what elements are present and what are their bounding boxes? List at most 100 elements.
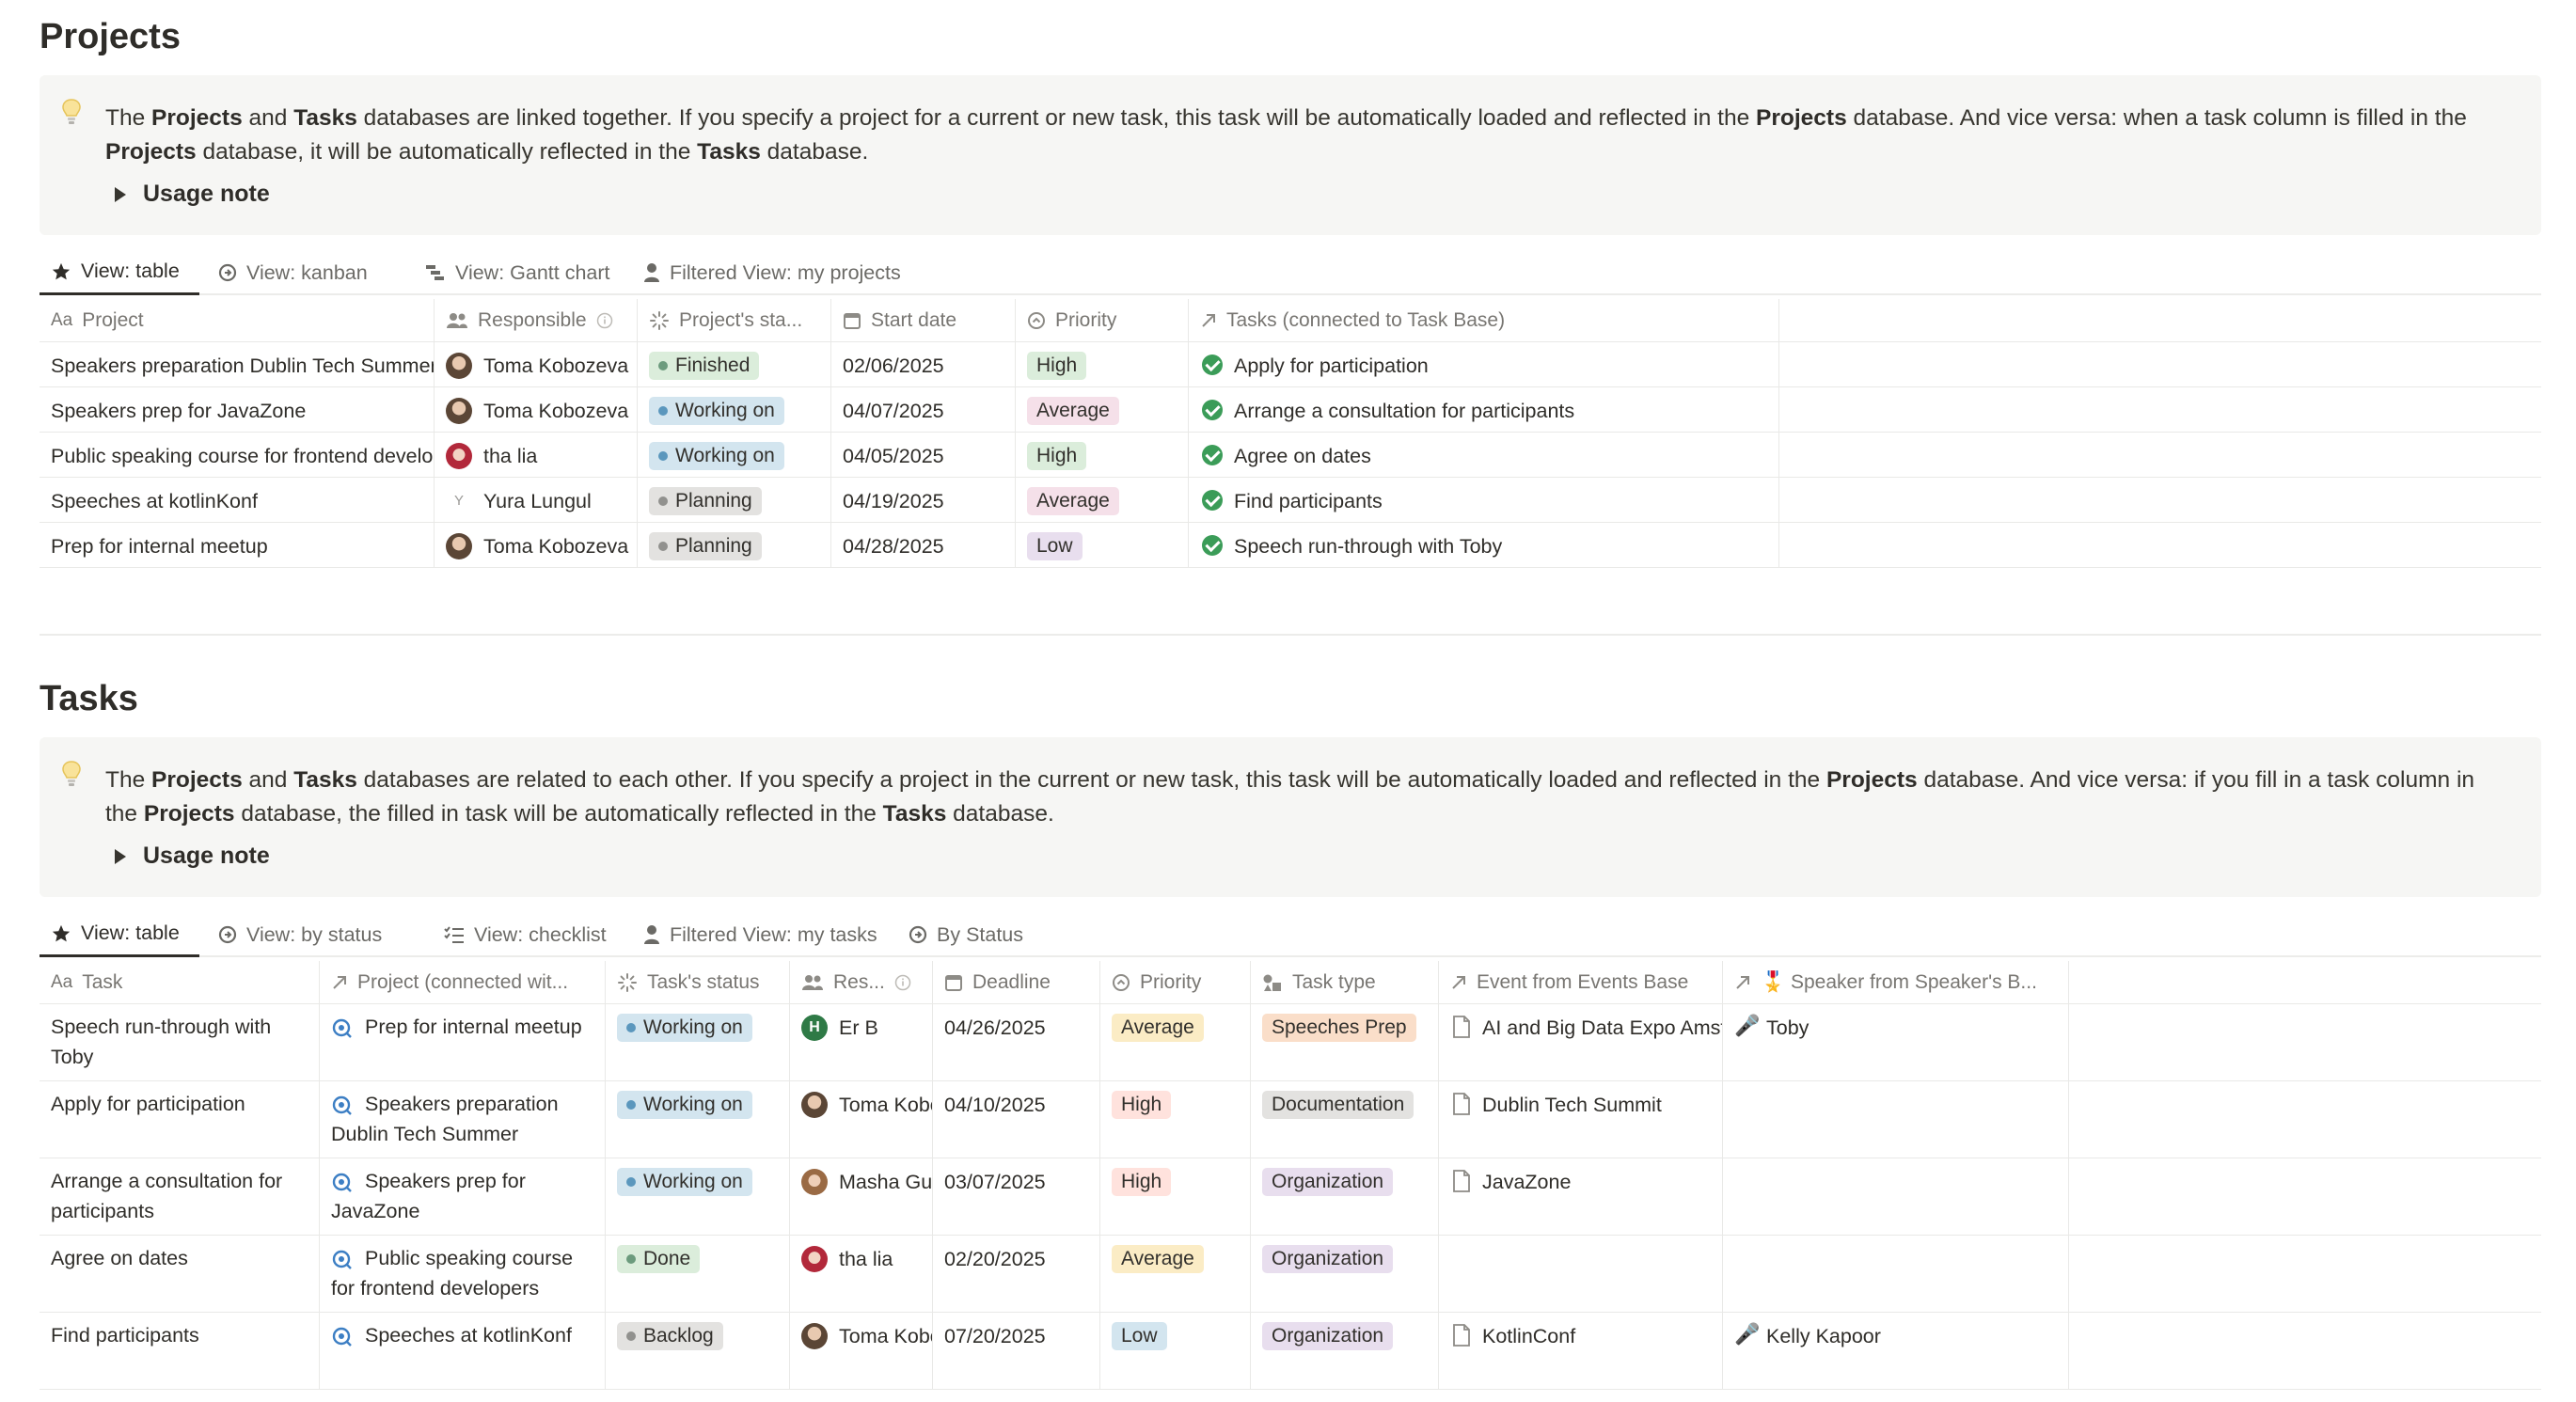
cell-priority[interactable]: High [1016, 433, 1189, 477]
cell-responsible[interactable]: Toma Kobozeva [435, 342, 638, 386]
table-row[interactable]: Public speaking course for frontend deve… [40, 433, 2541, 478]
cell-speaker[interactable]: 🎤 Kelly Kapoor [1723, 1313, 2069, 1389]
cell-speaker[interactable] [1723, 1081, 2069, 1158]
status-badge[interactable]: Finished [649, 352, 760, 380]
col-tasks-relation-header[interactable]: Tasks (connected to Task Base) [1189, 299, 1779, 341]
col-task-header[interactable]: Aa Task [40, 961, 320, 1003]
task-type-badge[interactable]: Organization [1262, 1245, 1394, 1273]
cell-responsible[interactable]: Y Yura Lungul [435, 478, 638, 522]
table-row[interactable]: Agree on dates Public speaking course for… [40, 1236, 2541, 1313]
task-type-badge[interactable]: Documentation [1262, 1091, 1414, 1119]
cell-priority[interactable]: High [1016, 342, 1189, 386]
cell-responsible[interactable]: Masha Gurova [790, 1158, 933, 1235]
table-row[interactable]: Speech run-through with Toby Prep for int… [40, 1004, 2541, 1081]
status-badge[interactable]: Done [617, 1245, 701, 1273]
cell-project[interactable]: Speeches at kotlinKonf [40, 478, 435, 522]
tab-by-status[interactable]: By Status [897, 912, 1048, 957]
col-responsible-header[interactable]: Res... [790, 961, 933, 1003]
cell-start-date[interactable]: 02/06/2025 [831, 342, 1016, 386]
cell-task-type[interactable]: Speeches Prep [1251, 1004, 1439, 1080]
cell-status[interactable]: Working on [606, 1004, 790, 1080]
cell-deadline[interactable]: 03/07/2025 [933, 1158, 1100, 1235]
cell-status[interactable]: Finished [638, 342, 831, 386]
cell-project[interactable]: Prep for internal meetup [40, 523, 435, 567]
priority-badge[interactable]: Low [1112, 1322, 1167, 1350]
table-row[interactable]: Speakers prep for JavaZone Toma Kobozeva W… [40, 387, 2541, 433]
col-task-status-header[interactable]: Task's status [606, 961, 790, 1003]
tab-view-checklist[interactable]: View: checklist [433, 912, 640, 957]
cell-event[interactable]: KotlinConf [1439, 1313, 1723, 1389]
cell-task-type[interactable]: Organization [1251, 1236, 1439, 1312]
task-type-badge[interactable]: Organization [1262, 1168, 1394, 1196]
col-priority-header[interactable]: Priority [1016, 299, 1189, 341]
table-row[interactable]: Find participants Speeches at kotlinKonf B… [40, 1313, 2541, 1390]
priority-badge[interactable]: Average [1027, 397, 1119, 425]
cell-project[interactable]: Public speaking course for frontend deve… [40, 433, 435, 477]
priority-badge[interactable]: High [1112, 1168, 1172, 1196]
cell-task[interactable]: Agree on dates [40, 1236, 320, 1312]
priority-badge[interactable]: High [1112, 1091, 1172, 1119]
tab-view-by-status[interactable]: View: by status [207, 912, 423, 957]
priority-badge[interactable]: Average [1027, 487, 1119, 515]
priority-badge[interactable]: Average [1112, 1014, 1204, 1042]
cell-tasks[interactable]: Apply for participation [1189, 342, 1779, 386]
cell-task[interactable]: Speech run-through with Toby [40, 1004, 320, 1080]
col-priority-header[interactable]: Priority [1100, 961, 1251, 1003]
cell-responsible[interactable]: tha lia [790, 1236, 933, 1312]
cell-event[interactable]: Dublin Tech Summit [1439, 1081, 1723, 1158]
col-project-relation-header[interactable]: Project (connected wit... [320, 961, 606, 1003]
tab-view-gantt[interactable]: View: Gantt chart [414, 250, 632, 295]
cell-task[interactable]: Arrange a consultation for participants [40, 1158, 320, 1235]
priority-badge[interactable]: High [1027, 352, 1087, 380]
cell-speaker[interactable]: 🎤 Toby [1723, 1004, 2069, 1080]
cell-status[interactable]: Done [606, 1236, 790, 1312]
cell-task[interactable]: Find participants [40, 1313, 320, 1389]
status-badge[interactable]: Backlog [617, 1322, 723, 1350]
table-row[interactable]: Arrange a consultation for participants S… [40, 1158, 2541, 1236]
cell-event[interactable]: AI and Big Data Expo Amsterdam [1439, 1004, 1723, 1080]
col-start-date-header[interactable]: Start date [831, 299, 1016, 341]
cell-start-date[interactable]: 04/05/2025 [831, 433, 1016, 477]
cell-tasks[interactable]: Find participants [1189, 478, 1779, 522]
status-badge[interactable]: Working on [649, 442, 784, 470]
cell-project[interactable]: Speakers preparation Dublin Tech Summer [320, 1081, 606, 1158]
cell-status[interactable]: Planning [638, 523, 831, 567]
cell-status[interactable]: Planning [638, 478, 831, 522]
status-badge[interactable]: Planning [649, 487, 762, 515]
tasks-usage-toggle[interactable]: Usage note [115, 843, 270, 870]
tab-view-kanban[interactable]: View: kanban [207, 250, 395, 295]
cell-responsible[interactable]: Toma Kobozeva [435, 523, 638, 567]
cell-deadline[interactable]: 07/20/2025 [933, 1313, 1100, 1389]
cell-start-date[interactable]: 04/07/2025 [831, 387, 1016, 432]
cell-speaker[interactable] [1723, 1158, 2069, 1235]
col-speaker-relation-header[interactable]: 🎖️ Speaker from Speaker's B... [1723, 961, 2069, 1003]
col-task-type-header[interactable]: Task type [1251, 961, 1439, 1003]
tab-filtered-my-projects[interactable]: Filtered View: my projects [632, 250, 952, 295]
col-deadline-header[interactable]: Deadline [933, 961, 1100, 1003]
cell-project[interactable]: Public speaking course for frontend deve… [320, 1236, 606, 1312]
task-type-badge[interactable]: Organization [1262, 1322, 1394, 1350]
cell-status[interactable]: Backlog [606, 1313, 790, 1389]
task-type-badge[interactable]: Speeches Prep [1262, 1014, 1416, 1042]
cell-priority[interactable]: Low [1100, 1313, 1251, 1389]
cell-task-type[interactable]: Documentation [1251, 1081, 1439, 1158]
cell-speaker[interactable] [1723, 1236, 2069, 1312]
cell-priority[interactable]: Average [1100, 1004, 1251, 1080]
table-row[interactable]: Speeches at kotlinKonf Y Yura Lungul Planni… [40, 478, 2541, 523]
cell-task[interactable]: Apply for participation [40, 1081, 320, 1158]
tab-view-table[interactable]: View: table [40, 912, 199, 957]
cell-deadline[interactable]: 04/10/2025 [933, 1081, 1100, 1158]
cell-priority[interactable]: High [1100, 1081, 1251, 1158]
cell-start-date[interactable]: 04/28/2025 [831, 523, 1016, 567]
cell-tasks[interactable]: Arrange a consultation for participants [1189, 387, 1779, 432]
cell-start-date[interactable]: 04/19/2025 [831, 478, 1016, 522]
table-row[interactable]: Speakers preparation Dublin Tech Summer T… [40, 342, 2541, 387]
cell-priority[interactable]: Average [1100, 1236, 1251, 1312]
status-badge[interactable]: Working on [649, 397, 784, 425]
priority-badge[interactable]: Low [1027, 532, 1083, 560]
cell-project[interactable]: Speakers prep for JavaZone [40, 387, 435, 432]
table-row[interactable]: Apply for participation Speakers preparat… [40, 1081, 2541, 1158]
cell-tasks[interactable]: Speech run-through with Toby [1189, 523, 1779, 567]
status-badge[interactable]: Working on [617, 1091, 752, 1119]
cell-responsible[interactable]: Toma Kobozeva [790, 1313, 933, 1389]
